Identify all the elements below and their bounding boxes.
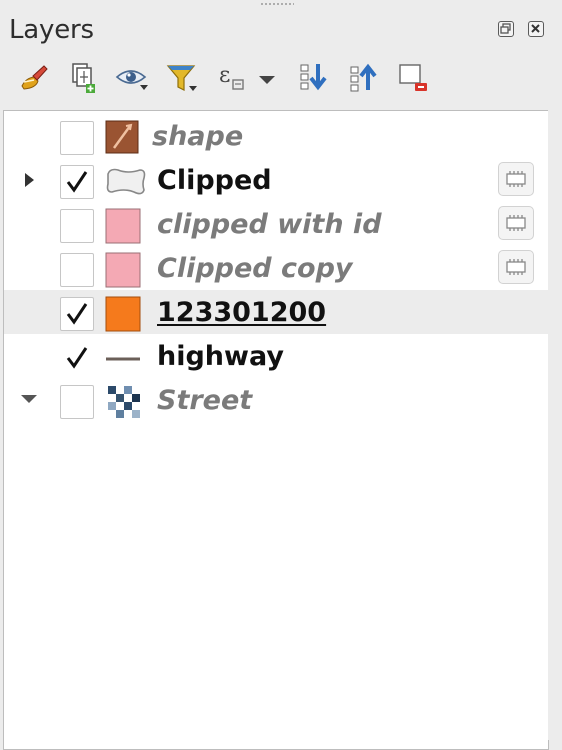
close-icon: [531, 24, 540, 33]
style-brush-icon: [21, 65, 48, 90]
layer-tree[interactable]: shape Clipped clipped with id Clipped co…: [3, 110, 549, 750]
checkmark-icon: [66, 347, 88, 369]
layer-row[interactable]: highway: [4, 334, 548, 378]
layer-row[interactable]: Clipped copy: [4, 246, 548, 290]
raster-checker-icon: [104, 384, 142, 420]
raster-layer-icon: [104, 120, 142, 156]
layer-row[interactable]: clipped with id: [4, 202, 548, 246]
svg-text:ε: ε: [219, 63, 230, 88]
add-group-button[interactable]: [64, 60, 100, 96]
memory-chip-icon: [506, 171, 526, 187]
dropdown-arrow-icon: [259, 76, 275, 84]
line-symbol-icon: [104, 340, 142, 376]
panel-edge: [548, 110, 562, 740]
memory-layer-indicator[interactable]: [498, 162, 534, 196]
layer-visibility-checkbox[interactable]: [60, 385, 94, 419]
layer-name: highway: [157, 341, 284, 372]
layer-name: 123301200: [157, 297, 327, 328]
layer-visibility-checkbox[interactable]: [60, 297, 94, 331]
layer-visibility-checkbox[interactable]: [60, 253, 94, 287]
filter-expression-button[interactable]: ε: [216, 60, 252, 96]
fill-symbol-icon: [104, 252, 142, 288]
layer-visibility-checkbox[interactable]: [60, 165, 94, 199]
expand-all-button[interactable]: [296, 60, 332, 96]
remove-layer-button[interactable]: [396, 60, 432, 96]
panel-title: Layers: [9, 15, 94, 45]
filter-expression-icon: ε: [219, 63, 244, 90]
layer-name: Street: [157, 385, 253, 416]
layer-name: Clipped copy: [157, 253, 353, 284]
visibility-eye-icon: [115, 70, 148, 90]
add-group-icon: [72, 63, 95, 93]
close-panel-button[interactable]: [528, 21, 544, 37]
layer-row-selected[interactable]: 123301200: [4, 290, 548, 334]
layer-row[interactable]: Clipped: [4, 158, 548, 202]
layer-row[interactable]: shape: [4, 114, 548, 158]
memory-chip-icon: [506, 259, 526, 275]
expand-arrow-icon[interactable]: [20, 170, 40, 190]
expand-all-icon: [300, 64, 327, 91]
layer-visibility-checkbox[interactable]: [60, 209, 94, 243]
checkmark-icon: [66, 171, 88, 193]
fill-symbol-icon: [104, 296, 142, 332]
memory-layer-indicator[interactable]: [498, 206, 534, 240]
layer-visibility-checkbox[interactable]: [60, 121, 94, 155]
remove-layer-icon: [399, 64, 427, 91]
collapse-all-icon: [350, 63, 377, 92]
layer-visibility-checkbox[interactable]: [60, 341, 94, 375]
checkmark-icon: [66, 303, 88, 325]
style-manager-button[interactable]: [14, 60, 50, 96]
filter-legend-icon: [166, 65, 197, 91]
memory-layer-indicator[interactable]: [498, 250, 534, 284]
float-window-icon: [500, 23, 511, 34]
visibility-button[interactable]: [114, 60, 150, 96]
collapse-arrow-icon[interactable]: [20, 390, 40, 410]
layer-row[interactable]: Street: [4, 378, 548, 422]
fill-symbol-icon: [104, 208, 142, 244]
filter-dropdown-button[interactable]: [254, 60, 280, 96]
float-panel-button[interactable]: [498, 21, 514, 37]
layer-name: shape: [152, 121, 244, 152]
memory-chip-icon: [506, 215, 526, 231]
filter-legend-button[interactable]: [164, 60, 200, 96]
layer-name: Clipped: [157, 165, 272, 196]
panel-titlebar: Layers: [0, 0, 562, 52]
layers-toolbar: ε: [0, 56, 562, 104]
layer-name: clipped with id: [157, 209, 382, 240]
collapse-all-button[interactable]: [346, 60, 382, 96]
polygon-symbol-icon: [104, 164, 146, 200]
